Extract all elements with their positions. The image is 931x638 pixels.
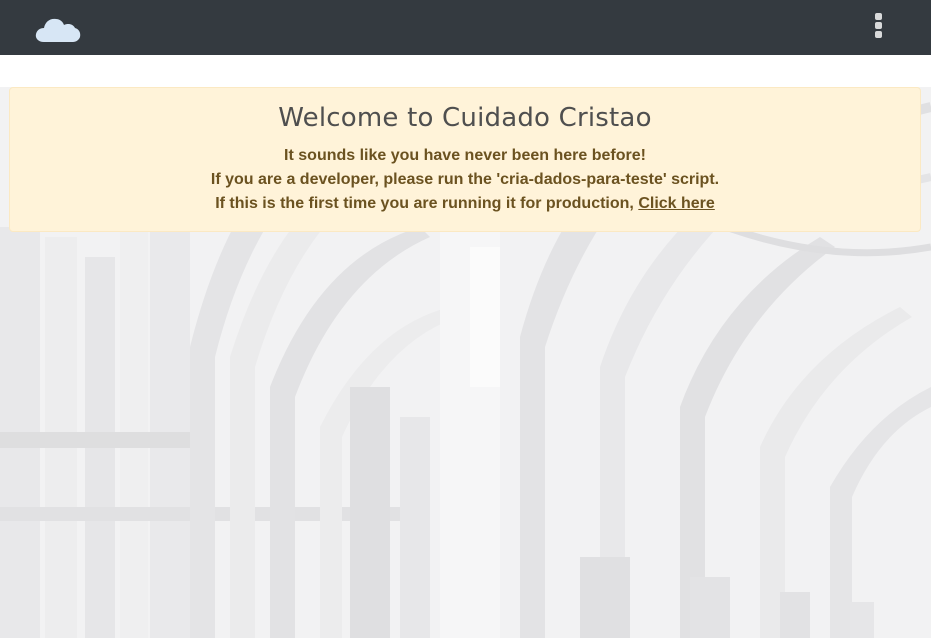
welcome-line-developer: If you are a developer, please run the '… [210, 171, 720, 188]
welcome-title: Welcome to Cuidado Cristao [278, 103, 652, 133]
welcome-line-production-text: If this is the first time you are runnin… [215, 195, 639, 212]
kebab-menu-button[interactable] [869, 10, 889, 42]
welcome-alert: Welcome to Cuidado Cristao It sounds lik… [9, 87, 921, 232]
click-here-link[interactable]: Click here [638, 195, 714, 212]
brand-logo[interactable] [35, 15, 81, 43]
navbar [0, 0, 931, 55]
welcome-line-first-visit: It sounds like you have never been here … [284, 147, 646, 164]
cloud-icon [35, 18, 81, 42]
welcome-line-production: If this is the first time you are runnin… [10, 195, 920, 213]
